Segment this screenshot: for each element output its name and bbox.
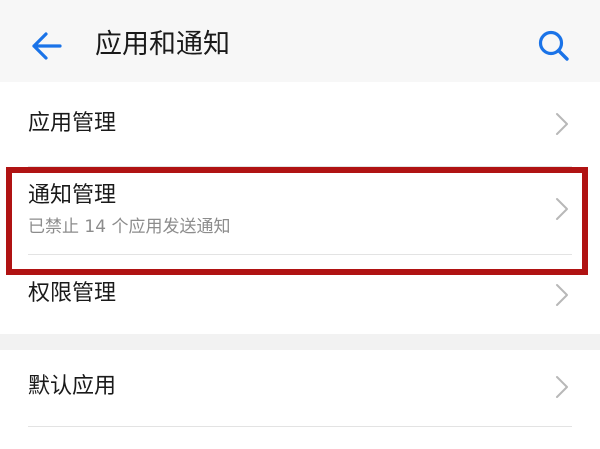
divider: [28, 426, 572, 427]
list-item-label: 应用管理: [28, 111, 117, 136]
chevron-right-icon: [556, 198, 568, 220]
list-item-label: 通知管理: [28, 183, 117, 208]
list-item-notification-management[interactable]: 通知管理 已禁止 14 个应用发送通知: [0, 167, 600, 253]
list-item-label: 权限管理: [28, 281, 117, 306]
settings-group-primary: 应用管理 通知管理 已禁止 14 个应用发送通知 权限管理: [0, 82, 600, 334]
list-item-label: 默认应用: [28, 374, 117, 399]
chevron-right-icon: [556, 113, 568, 135]
back-button[interactable]: [24, 24, 68, 68]
list-item-default-apps[interactable]: 默认应用: [0, 350, 600, 425]
list-item-subtitle: 已禁止 14 个应用发送通知: [28, 217, 231, 237]
list-item-app-management[interactable]: 应用管理: [0, 82, 600, 166]
list-item-permission-management[interactable]: 权限管理: [0, 255, 600, 334]
settings-group-secondary: 默认应用: [0, 350, 600, 449]
search-icon: [538, 30, 569, 61]
app-header: 应用和通知: [0, 0, 600, 82]
arrow-left-icon: [32, 32, 62, 60]
chevron-right-icon: [556, 284, 568, 306]
search-button[interactable]: [530, 22, 578, 70]
page-title: 应用和通知: [95, 29, 230, 60]
chevron-right-icon: [556, 376, 568, 398]
